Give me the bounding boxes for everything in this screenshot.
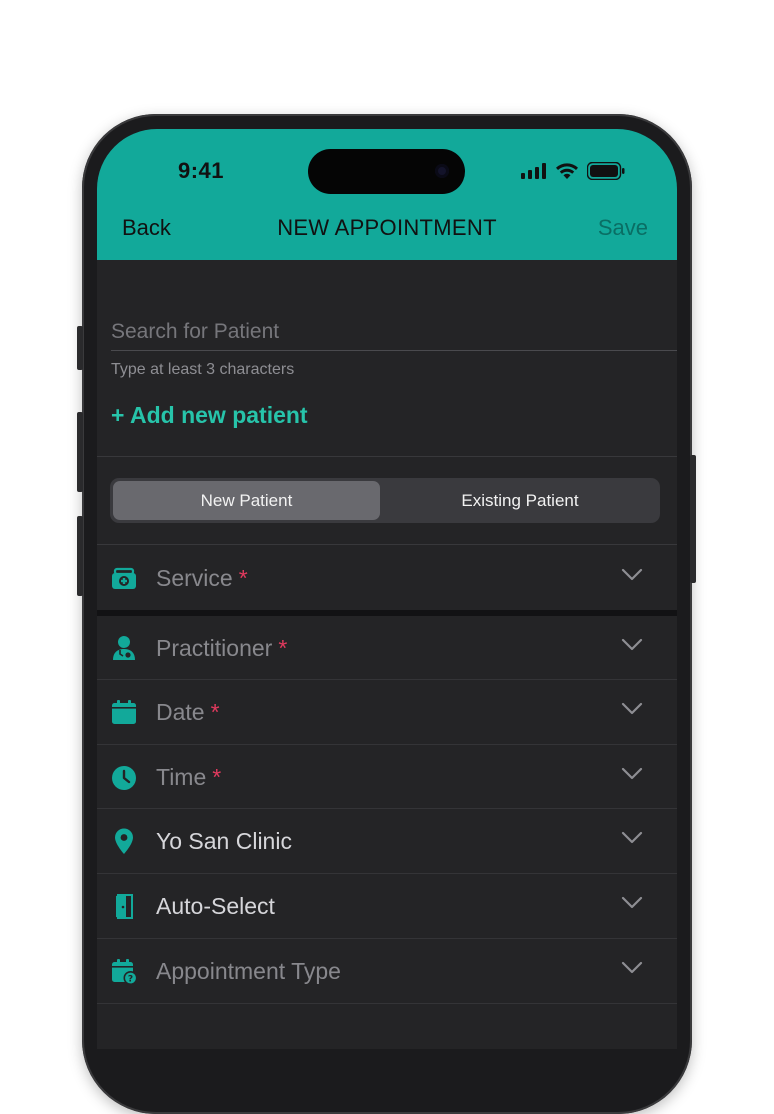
room-dropdown[interactable]: Auto-Select bbox=[97, 874, 677, 938]
location-dropdown[interactable]: Yo San Clinic bbox=[97, 809, 677, 873]
volume-up-button bbox=[77, 412, 83, 492]
battery-icon bbox=[587, 162, 625, 180]
search-hint: Type at least 3 characters bbox=[111, 361, 295, 378]
status-time: 9:41 bbox=[178, 158, 225, 183]
time-label: Time * bbox=[156, 764, 222, 790]
date-label: Date * bbox=[156, 699, 220, 725]
door-icon bbox=[116, 894, 133, 919]
wifi-icon bbox=[556, 163, 578, 179]
practitioner-dropdown[interactable]: Practitioner * bbox=[97, 616, 677, 680]
room-label: Auto-Select bbox=[156, 893, 275, 919]
date-dropdown[interactable]: Date * bbox=[97, 680, 677, 744]
camera-icon bbox=[435, 164, 449, 178]
search-underline bbox=[111, 350, 677, 351]
patient-search-input[interactable] bbox=[111, 314, 663, 350]
appointment-type-dropdown[interactable]: ? Appointment Type bbox=[97, 939, 677, 1003]
dynamic-island bbox=[308, 149, 465, 194]
calendar-question-icon: ? bbox=[112, 959, 137, 985]
chevron-down-icon bbox=[621, 568, 643, 581]
service-dropdown[interactable]: Service * bbox=[97, 546, 677, 610]
location-label: Yo San Clinic bbox=[156, 828, 292, 854]
time-dropdown[interactable]: Time * bbox=[97, 745, 677, 809]
divider bbox=[97, 544, 677, 545]
save-button[interactable]: Save bbox=[598, 215, 648, 241]
action-button bbox=[77, 326, 83, 370]
divider bbox=[97, 456, 677, 457]
chevron-down-icon bbox=[621, 767, 643, 780]
row-separator bbox=[97, 1003, 677, 1004]
segment-new-patient[interactable]: New Patient bbox=[113, 481, 380, 520]
calendar-icon bbox=[112, 700, 136, 724]
appointment-type-label: Appointment Type bbox=[156, 958, 341, 984]
power-button bbox=[690, 455, 696, 583]
chevron-down-icon bbox=[621, 961, 643, 974]
page-title: NEW APPOINTMENT bbox=[277, 215, 497, 240]
location-pin-icon bbox=[115, 828, 133, 854]
status-icons bbox=[521, 162, 625, 180]
medical-bag-icon bbox=[112, 567, 136, 589]
chevron-down-icon bbox=[621, 702, 643, 715]
clock-icon bbox=[112, 766, 136, 790]
signal-icon bbox=[521, 163, 546, 179]
app-screen: 9:41 Back NEW APPOINTMENT Save Search fo… bbox=[97, 129, 677, 1049]
add-new-patient-link[interactable]: + Add new patient bbox=[111, 402, 308, 429]
service-label: Service * bbox=[156, 565, 248, 591]
chevron-down-icon bbox=[621, 831, 643, 844]
svg-text:?: ? bbox=[128, 975, 133, 985]
practitioner-label: Practitioner * bbox=[156, 635, 288, 661]
patient-type-segmented-control: New Patient Existing Patient bbox=[110, 478, 660, 523]
chevron-down-icon bbox=[621, 896, 643, 909]
header-bar: 9:41 Back NEW APPOINTMENT Save bbox=[97, 129, 677, 260]
doctor-icon bbox=[113, 636, 135, 660]
volume-down-button bbox=[77, 516, 83, 596]
chevron-down-icon bbox=[621, 638, 643, 651]
segment-existing-patient[interactable]: Existing Patient bbox=[383, 481, 657, 520]
